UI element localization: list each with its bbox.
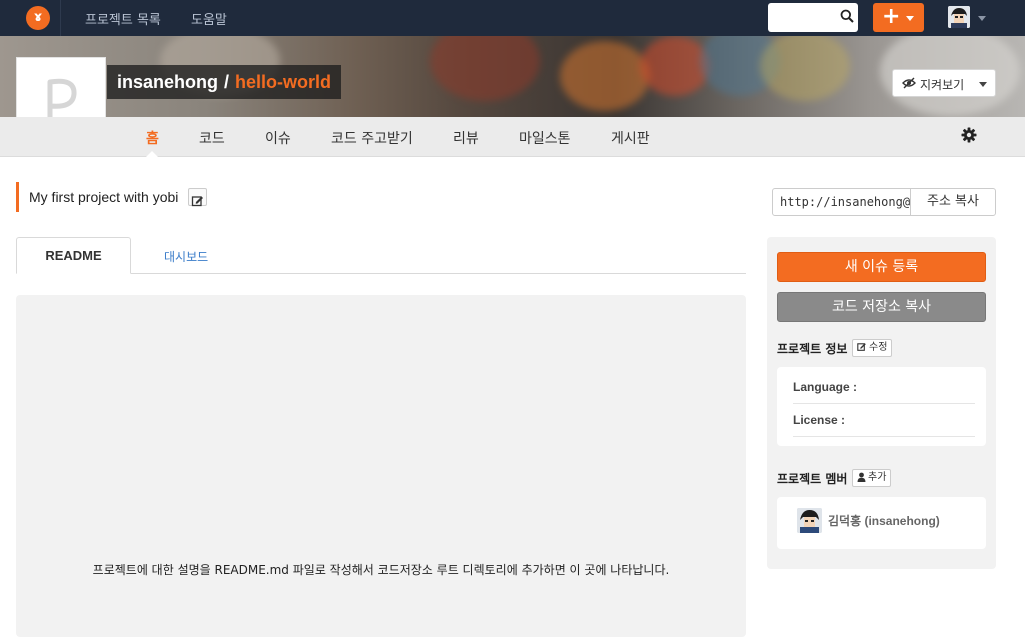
tab-pull-requests[interactable]: 코드 주고받기 (331, 128, 413, 148)
user-avatar[interactable] (948, 6, 970, 28)
edit-project-info-button[interactable]: 수정 (852, 339, 893, 357)
readme-empty-message: 프로젝트에 대한 설명을 README.md 파일로 작성해서 코드저장소 루트… (92, 563, 670, 577)
project-info-card: Language : License : (777, 367, 986, 446)
project-description-text: My first project with yobi (29, 189, 179, 205)
readme-panel: 프로젝트에 대한 설명을 README.md 파일로 작성해서 코드저장소 루트… (16, 295, 746, 637)
gear-icon[interactable] (961, 127, 977, 143)
tab-review[interactable]: 리뷰 (453, 128, 479, 148)
member-list: 김덕홍 (insanehong) (777, 497, 986, 549)
new-issue-button[interactable]: 새 이슈 등록 (777, 252, 986, 282)
edit-project-info-label: 수정 (869, 342, 888, 353)
info-row-license: License : (793, 404, 975, 437)
nav-link-project-list[interactable]: 프로젝트 목록 (85, 9, 161, 28)
navbar-divider (60, 0, 61, 36)
clone-url-field[interactable]: http://insanehong@ (772, 188, 911, 216)
watch-button[interactable]: 지켜보기 (892, 69, 996, 97)
project-info-title: 프로젝트 정보 (777, 342, 848, 356)
yobi-logo-icon[interactable]: ɤ (26, 6, 50, 30)
member-avatar[interactable] (797, 508, 822, 533)
project-title: insanehong / hello-world (107, 65, 342, 99)
active-tab-pointer (146, 151, 158, 157)
search-icon[interactable] (840, 9, 854, 23)
plus-icon: + (882, 4, 901, 29)
watch-button-label: 지켜보기 (920, 78, 965, 92)
user-avatar-image (948, 6, 970, 28)
member-name-link[interactable]: 김덕홍 (insanehong) (828, 512, 940, 529)
tab-milestones[interactable]: 마일스톤 (519, 128, 571, 148)
project-title-separator: / (224, 72, 230, 92)
tab-home[interactable]: 홈 (146, 128, 159, 148)
project-description: My first project with yobi (16, 182, 208, 212)
fork-repository-button[interactable]: 코드 저장소 복사 (777, 292, 986, 322)
tab-code[interactable]: 코드 (199, 128, 225, 148)
edit-icon (192, 196, 204, 207)
new-item-button[interactable]: + (873, 3, 924, 32)
project-owner-link[interactable]: insanehong (117, 72, 218, 92)
chevron-down-icon (906, 16, 914, 21)
user-menu-chevron-icon[interactable] (978, 16, 986, 21)
project-members-title: 프로젝트 멤버 (777, 472, 848, 486)
user-icon (857, 472, 866, 482)
nav-link-help[interactable]: 도움말 (191, 9, 227, 28)
add-member-label: 추가 (868, 472, 887, 483)
search-input[interactable] (768, 3, 858, 32)
tab-issues[interactable]: 이슈 (265, 128, 291, 148)
eye-icon (902, 77, 916, 89)
edit-description-button[interactable] (188, 188, 208, 207)
add-member-button[interactable]: 추가 (852, 469, 892, 487)
copy-url-button[interactable]: 주소 복사 (910, 188, 996, 216)
member-avatar-image (797, 508, 822, 533)
edit-icon (857, 343, 866, 351)
chevron-down-icon (979, 82, 987, 87)
tab-dashboard[interactable]: 대시보드 (164, 248, 208, 265)
info-row-language: Language : (793, 371, 975, 404)
tab-board[interactable]: 게시판 (611, 128, 650, 148)
top-navbar: ɤ 프로젝트 목록 도움말 + (0, 0, 1025, 36)
project-sidebar: 새 이슈 등록 코드 저장소 복사 프로젝트 정보 수정 Language : … (767, 237, 996, 569)
project-name-link[interactable]: hello-world (235, 72, 331, 92)
tab-readme[interactable]: README (16, 237, 131, 274)
